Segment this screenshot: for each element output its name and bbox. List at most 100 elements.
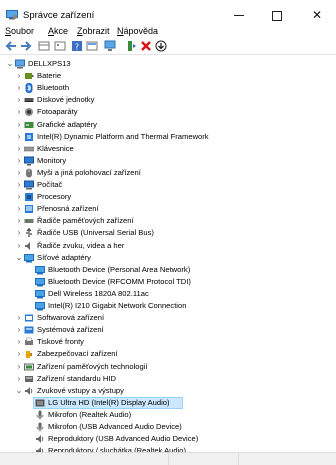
expand-arrow-icon[interactable]: › [15,312,23,324]
memory-tech-icon [24,363,34,370]
expand-arrow-icon[interactable]: › [15,373,23,385]
tree-leaf[interactable]: Bluetooth Device (Personal Area Network) [0,264,320,276]
list-view-icon[interactable] [54,40,66,52]
toolbar: ? [0,39,336,55]
chip-icon [25,132,33,141]
back-arrow-icon[interactable] [5,40,17,52]
tree-node[interactable]: › Počítač [0,179,320,191]
remove-device-icon[interactable] [140,40,152,52]
tree-node[interactable]: › Fotoaparáty [0,106,320,118]
expand-arrow-icon[interactable]: › [15,336,23,348]
collapse-arrow-icon[interactable]: ⌄ [15,385,23,397]
tree-node[interactable]: › Procesory [0,191,320,203]
expand-arrow-icon[interactable]: › [15,94,23,106]
network-adapter-icon [35,265,45,275]
add-driver-icon[interactable] [126,40,138,52]
tree-node[interactable]: › Řadiče USB (Universal Serial Bus) [0,227,320,239]
collapse-arrow-icon[interactable]: ⌄ [15,252,23,264]
tree-item-label: Řadiče zvuku, videa a her [37,240,125,250]
tree-node[interactable]: › Řadiče paměťových zařízení [0,215,320,227]
expand-arrow-icon[interactable]: › [15,191,23,203]
resources-icon[interactable] [86,40,98,52]
menu-zobrazit[interactable]: Zobrazit [77,26,110,36]
tree-item-label: Zvukové vstupy a výstupy [37,385,124,395]
tree-root[interactable]: ⌄ DELLXPS13 [0,58,320,70]
tree-node[interactable]: › Myši a jiná polohovací zařízení [0,167,320,179]
tree-node[interactable]: › Grafické adaptéry [0,119,320,131]
expand-arrow-icon[interactable]: › [15,155,23,167]
tree-node[interactable]: › Baterie [0,70,320,82]
tree-item-label: Systémová zařízení [37,325,104,335]
collapse-arrow-icon[interactable]: ⌄ [6,58,14,70]
keyboard-icon [24,146,34,151]
tree-item-label: Zařízení paměťových technologií [37,361,148,371]
help-icon[interactable]: ? [71,40,83,52]
window-title: Správce zařízení [23,10,95,21]
tree-item-label: Tiskové fronty [37,337,84,347]
tree-item-label: Řadiče paměťových zařízení [37,216,134,226]
expand-arrow-icon[interactable]: › [15,361,23,373]
download-update-icon[interactable] [155,40,167,52]
audio-io-icon [25,386,33,395]
computer-root-icon [15,59,25,69]
expand-arrow-icon[interactable]: › [15,203,23,215]
expand-arrow-icon[interactable]: › [15,82,23,94]
monitor-scan-icon[interactable] [104,40,116,52]
tree-leaf[interactable]: Mikrofon (USB Advanced Audio Device) [0,421,320,433]
tree-node[interactable]: ⌄ Síťové adaptéry [0,252,320,264]
expand-arrow-icon[interactable]: › [15,227,23,239]
expand-arrow-icon[interactable]: › [15,143,23,155]
tree-item-label: Bluetooth [37,83,70,93]
tree-item-label: Monitory [37,155,67,165]
system-device-icon [24,326,34,334]
tree-leaf[interactable]: Mikrofon (Realtek Audio) [0,409,320,421]
expand-arrow-icon[interactable]: › [15,70,23,82]
tree-node[interactable]: › Diskové jednotky [0,94,320,106]
speaker-icon [25,241,30,250]
expand-arrow-icon[interactable]: › [15,119,23,131]
expand-arrow-icon[interactable]: › [15,167,23,179]
tree-leaf[interactable]: Intel(R) I210 Gigabit Network Connection [0,300,320,312]
properties-grid-icon[interactable] [38,40,50,52]
status-divider [238,453,239,465]
status-bar [0,452,336,465]
storage-controller-icon [24,219,34,224]
expand-arrow-icon[interactable]: › [15,348,23,360]
expand-arrow-icon[interactable]: › [15,240,23,252]
expand-arrow-icon[interactable]: › [15,324,23,336]
printer-icon [25,338,33,346]
tree-node[interactable]: › Zařízení standardu HID [0,373,320,385]
expand-arrow-icon[interactable]: › [15,179,23,191]
menu-bar: Soubor Akce Zobrazit Nápověda [0,24,336,38]
expand-arrow-icon[interactable]: › [15,131,23,143]
tree-leaf[interactable]: Dell Wireless 1820A 802.11ac [0,288,320,300]
tree-node[interactable]: › Tiskové fronty [0,336,320,348]
tree-node[interactable]: ⌄ Zvukové vstupy a výstupy [0,385,320,397]
menu-napoveda[interactable]: Nápověda [117,26,158,36]
tree-node[interactable]: › Systémová zařízení [0,324,320,336]
tree-node[interactable]: › Řadiče zvuku, videa a her [0,240,320,252]
scrollbar-track[interactable] [332,56,336,452]
tree-node[interactable]: › Přenosná zařízení [0,203,320,215]
tree-node[interactable]: › Zabezpečovací zařízení [0,348,320,360]
tree-node[interactable]: › Zařízení paměťových technologií [0,361,320,373]
expand-arrow-icon[interactable]: › [15,106,23,118]
tree-item-label: Mikrofon (Realtek Audio) [48,409,132,419]
tree-node[interactable]: › Bluetooth [0,82,320,94]
tree-node[interactable]: › Softwarová zařízení [0,312,320,324]
network-adapter-icon [35,302,45,311]
menu-soubor[interactable]: Soubor [5,26,34,36]
tree-item-label: Dell Wireless 1820A 802.11ac [48,288,149,298]
menu-akce[interactable]: Akce [48,26,68,36]
tree-leaf[interactable]: Bluetooth Device (RFCOMM Protocol TDI) [0,276,320,288]
mouse-icon [26,168,32,178]
tree-node[interactable]: › Intel(R) Dynamic Platform and Thermal F… [0,131,320,143]
tree-leaf[interactable]: LG Ultra HD (Intel(R) Display Audio) [0,396,320,409]
forward-arrow-icon[interactable] [20,40,32,52]
disk-drive-icon [24,98,34,103]
tree-item-label: Fotoaparáty [37,107,78,117]
tree-leaf[interactable]: Reproduktory (USB Advanced Audio Device) [0,433,320,445]
tree-node[interactable]: › Klávesnice [0,143,320,155]
tree-node[interactable]: › Monitory [0,155,320,167]
expand-arrow-icon[interactable]: › [15,215,23,227]
